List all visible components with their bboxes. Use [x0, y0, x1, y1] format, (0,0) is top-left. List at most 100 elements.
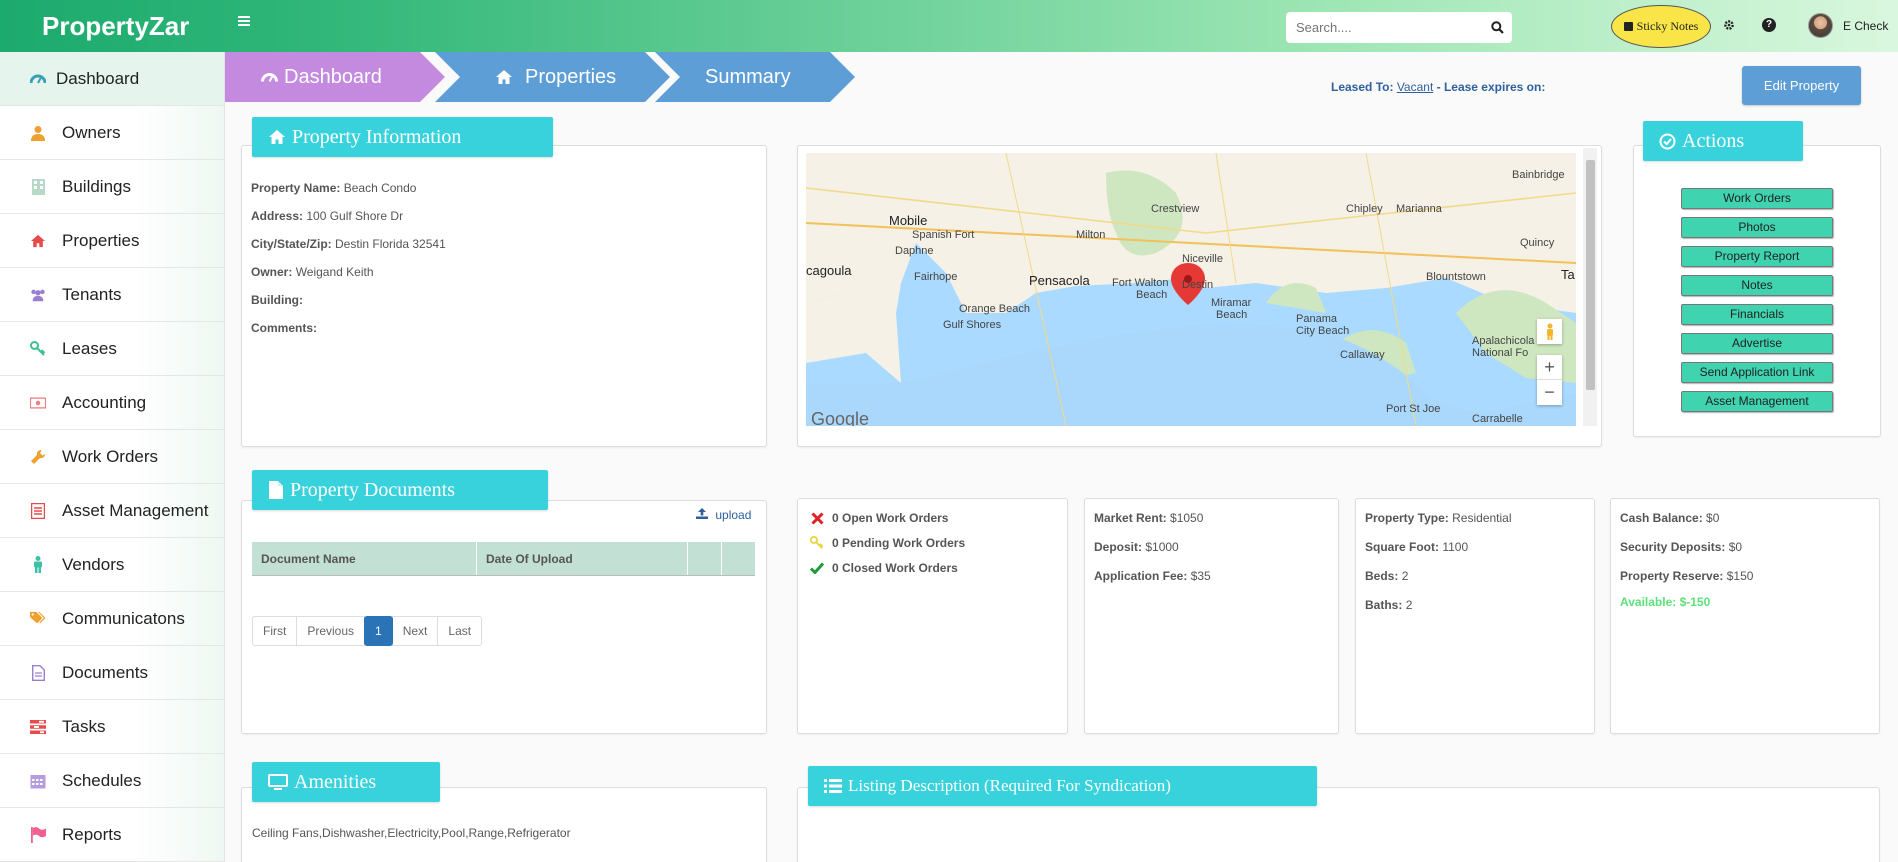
- action-photos-button[interactable]: Photos: [1681, 217, 1833, 238]
- page-first[interactable]: First: [252, 616, 298, 646]
- help-icon[interactable]: ?: [1762, 18, 1776, 32]
- search-input[interactable]: [1286, 20, 1482, 35]
- property-type-card: Property Type: Residential Square Foot: 1…: [1355, 498, 1595, 734]
- action-asset-management-button[interactable]: Asset Management: [1681, 391, 1833, 412]
- map-scrollbar[interactable]: [1583, 148, 1597, 426]
- upload-link[interactable]: upload: [696, 508, 751, 522]
- field-label: Security Deposits:: [1620, 540, 1726, 554]
- field-label: Application Fee:: [1094, 569, 1188, 583]
- leased-to-label: Leased To:: [1331, 80, 1394, 94]
- sidebar-item-label: Schedules: [62, 770, 142, 790]
- map-label: Beach: [1216, 309, 1248, 321]
- check-icon: [810, 562, 824, 574]
- check-circle-icon: [1659, 133, 1676, 150]
- sticky-notes-button[interactable]: Sticky Notes: [1611, 5, 1711, 48]
- balances-card: Cash Balance: $0 Security Deposits: $0 Pro…: [1610, 498, 1880, 734]
- field-value: 1100: [1442, 540, 1469, 554]
- sidebar-item-label: Documents: [62, 662, 148, 682]
- action-notes-button[interactable]: Notes: [1681, 275, 1833, 296]
- map-label: Bainbridge: [1512, 169, 1565, 181]
- info-field: Building:: [251, 293, 446, 307]
- search-icon[interactable]: [1482, 12, 1512, 43]
- sidebar-item-properties[interactable]: Properties: [0, 214, 224, 268]
- map-label: Spanish Fort: [912, 229, 975, 241]
- gear-icon[interactable]: [1723, 18, 1735, 34]
- column-document-name[interactable]: Document Name: [252, 542, 477, 575]
- scrollbar-thumb[interactable]: [1586, 160, 1595, 390]
- menu-toggle-icon[interactable]: [238, 14, 250, 32]
- breadcrumb-dashboard-label: Dashboard: [284, 65, 382, 88]
- actions-title-text: Actions: [1682, 129, 1745, 152]
- info-field: Application Fee: $35: [1094, 569, 1211, 583]
- map-label: Orange Beach: [959, 303, 1030, 315]
- user-name[interactable]: E Check: [1843, 19, 1888, 33]
- sidebar-item-label: Tenants: [62, 284, 122, 304]
- rent-card: Market Rent: $1050 Deposit: $1000 Applicat…: [1084, 498, 1339, 734]
- sidebar-item-vendors[interactable]: Vendors: [0, 538, 224, 592]
- calendar-icon: [30, 773, 46, 789]
- top-bar: PropertyZar Sticky Notes ? E Check: [0, 0, 1898, 52]
- field-label: Square Foot:: [1365, 540, 1439, 554]
- action-property-report-button[interactable]: Property Report: [1681, 246, 1833, 267]
- map-label: Niceville: [1182, 253, 1223, 265]
- sidebar-item-asset-management[interactable]: Asset Management: [0, 484, 224, 538]
- edit-property-button[interactable]: Edit Property: [1742, 66, 1861, 105]
- brand-logo[interactable]: PropertyZar: [42, 11, 189, 42]
- breadcrumb-summary[interactable]: Summary: [655, 52, 855, 102]
- info-field: Property Type: Residential: [1365, 511, 1512, 525]
- map-label: Mobile: [889, 213, 928, 228]
- pegman-icon[interactable]: [1537, 319, 1562, 344]
- zoom-in-button[interactable]: +: [1537, 355, 1562, 380]
- page-next[interactable]: Next: [391, 616, 439, 646]
- map-label: Chipley: [1346, 203, 1383, 215]
- amenities-title: Amenities: [252, 762, 440, 802]
- field-label: Address:: [251, 209, 304, 223]
- field-label: Building:: [251, 293, 303, 307]
- work-order-status[interactable]: 0 Closed Work Orders: [810, 561, 965, 575]
- actions-title: Actions: [1643, 121, 1803, 161]
- field-label: Property Name:: [251, 181, 341, 195]
- breadcrumb-dashboard[interactable]: Dashboard: [225, 52, 445, 102]
- sidebar-item-label: Work Orders: [62, 446, 159, 466]
- sidebar: Dashboard Owners Buildings Properties Tenant…: [0, 52, 225, 862]
- zoom-out-button[interactable]: −: [1537, 380, 1562, 405]
- field-value: 100 Gulf Shore Dr: [306, 209, 404, 223]
- sidebar-item-reports[interactable]: Reports: [0, 808, 224, 862]
- work-order-status[interactable]: 0 Pending Work Orders: [810, 535, 965, 551]
- wrench-icon: [30, 449, 46, 465]
- sidebar-item-work-orders[interactable]: Work Orders: [0, 430, 224, 484]
- field-label: Baths:: [1365, 598, 1403, 612]
- sidebar-item-label: Vendors: [62, 554, 125, 574]
- map-label: Marianna: [1396, 203, 1442, 215]
- sidebar-item-tasks[interactable]: Tasks: [0, 700, 224, 754]
- action-send-application-link-button[interactable]: Send Application Link: [1681, 362, 1833, 383]
- field-label: Deposit:: [1094, 540, 1142, 554]
- page-1[interactable]: 1: [364, 616, 393, 646]
- work-order-status[interactable]: 0 Open Work Orders: [810, 511, 965, 525]
- sidebar-item-buildings[interactable]: Buildings: [0, 160, 224, 214]
- sidebar-item-accounting[interactable]: Accounting: [0, 376, 224, 430]
- field-value: 2: [1401, 569, 1409, 583]
- sidebar-item-documents[interactable]: Documents: [0, 646, 224, 700]
- sidebar-item-dashboard[interactable]: Dashboard: [0, 52, 224, 106]
- field-label: Market Rent:: [1094, 511, 1167, 525]
- breadcrumb-properties[interactable]: Properties: [435, 52, 670, 102]
- action-financials-button[interactable]: Financials: [1681, 304, 1833, 325]
- page-previous[interactable]: Previous: [296, 616, 366, 646]
- column-date-of-upload[interactable]: Date Of Upload: [477, 542, 688, 575]
- documents-table-header: Document Name Date Of Upload: [252, 542, 755, 576]
- sidebar-item-communicatons[interactable]: Communicatons: [0, 592, 224, 646]
- property-map[interactable]: Mobile Spanish Fort Daphne Fairhope Pens…: [806, 153, 1576, 426]
- page-last[interactable]: Last: [437, 616, 483, 646]
- action-work-orders-button[interactable]: Work Orders: [1681, 188, 1833, 209]
- sidebar-item-tenants[interactable]: Tenants: [0, 268, 224, 322]
- sidebar-item-label: Dashboard: [56, 68, 140, 88]
- avatar[interactable]: [1808, 13, 1833, 38]
- leased-to-link[interactable]: Vacant: [1397, 80, 1433, 94]
- info-field: Security Deposits: $0: [1620, 540, 1753, 554]
- sidebar-item-leases[interactable]: Leases: [0, 322, 224, 376]
- sidebar-item-label: Properties: [62, 230, 140, 250]
- action-advertise-button[interactable]: Advertise: [1681, 333, 1833, 354]
- sidebar-item-schedules[interactable]: Schedules: [0, 754, 224, 808]
- sidebar-item-owners[interactable]: Owners: [0, 106, 224, 160]
